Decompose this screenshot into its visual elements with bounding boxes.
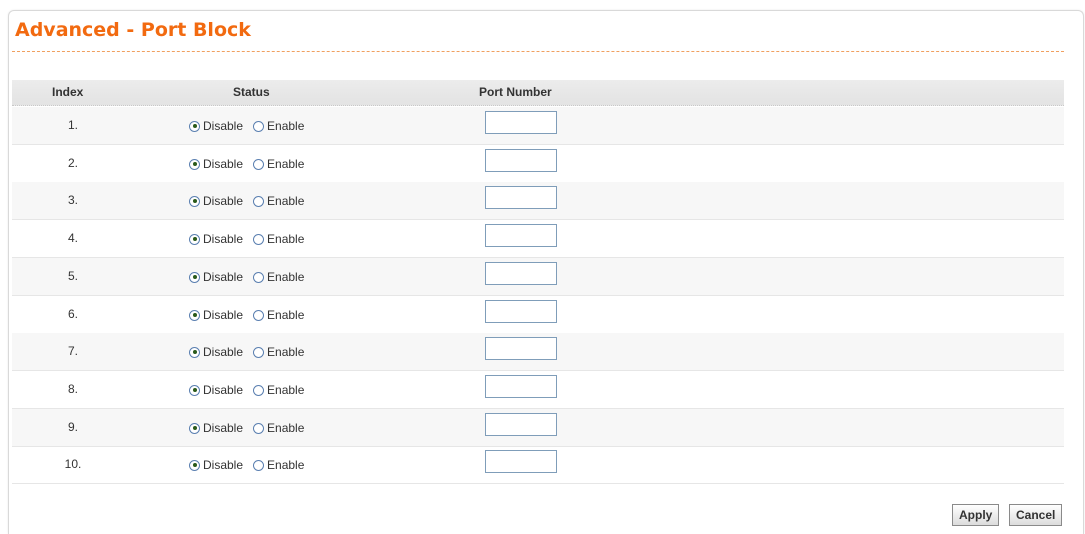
row-index: 10. [64,457,82,471]
row-index: 4. [67,231,78,245]
disable-radio[interactable] [189,346,200,358]
enable-label[interactable]: Enable [267,270,304,284]
table-row: 10. Disable Enable [12,446,1064,484]
enable-label[interactable]: Enable [267,119,304,133]
enable-radio[interactable] [253,271,265,283]
table-row: 8. Disable Enable [12,371,1064,409]
port-number-input[interactable] [485,375,557,398]
row-index: 5. [67,269,78,283]
disable-label[interactable]: Disable [203,383,243,397]
table-row: 2. Disable Enable [12,145,1064,183]
disable-radio[interactable] [189,309,200,321]
table-row: 6. Disable Enable [12,296,1064,334]
cancel-button[interactable]: Cancel [1009,504,1063,526]
row-index: 1. [67,118,78,132]
disable-label[interactable]: Disable [203,270,243,284]
title-divider [12,51,1064,52]
disable-radio[interactable] [189,158,200,170]
header-port-number: Port Number [479,85,552,99]
disable-label[interactable]: Disable [203,194,243,208]
table-header: Index Status Port Number [12,80,1064,106]
status-radio-group: Disable Enable [189,194,314,208]
row-index: 6. [67,307,78,321]
table-row: 9. Disable Enable [12,409,1064,447]
disable-radio[interactable] [189,233,200,245]
table-row: 7. Disable Enable [12,333,1064,371]
table-row: 5. Disable Enable [12,258,1064,296]
table-row: 1. Disable Enable [12,107,1064,145]
enable-radio[interactable] [253,120,265,132]
apply-button[interactable]: Apply [952,504,1000,526]
status-radio-group: Disable Enable [189,458,314,472]
header-status: Status [233,85,270,99]
disable-label[interactable]: Disable [203,421,243,435]
enable-label[interactable]: Enable [267,458,304,472]
status-radio-group: Disable Enable [189,119,314,133]
enable-radio[interactable] [253,158,265,170]
disable-radio[interactable] [189,195,200,207]
port-number-input[interactable] [485,111,557,134]
status-radio-group: Disable Enable [189,308,314,322]
disable-label[interactable]: Disable [203,458,243,472]
row-index: 7. [67,344,78,358]
disable-radio[interactable] [189,120,200,132]
enable-label[interactable]: Enable [267,157,304,171]
enable-radio[interactable] [253,309,265,321]
port-number-input[interactable] [485,186,557,209]
enable-radio[interactable] [253,233,265,245]
row-index: 8. [67,382,78,396]
enable-radio[interactable] [253,459,265,471]
enable-label[interactable]: Enable [267,194,304,208]
disable-radio[interactable] [189,271,200,283]
port-number-input[interactable] [485,224,557,247]
port-number-input[interactable] [485,450,557,473]
disable-radio[interactable] [189,422,200,434]
disable-radio[interactable] [189,384,200,396]
port-number-input[interactable] [485,300,557,323]
row-index: 3. [67,193,78,207]
status-radio-group: Disable Enable [189,232,314,246]
enable-label[interactable]: Enable [267,421,304,435]
enable-label[interactable]: Enable [267,232,304,246]
status-radio-group: Disable Enable [189,345,314,359]
disable-label[interactable]: Disable [203,308,243,322]
enable-label[interactable]: Enable [267,383,304,397]
table-row: 4. Disable Enable [12,220,1064,258]
row-index: 2. [67,156,78,170]
port-number-input[interactable] [485,262,557,285]
enable-radio[interactable] [253,384,265,396]
disable-label[interactable]: Disable [203,119,243,133]
enable-radio[interactable] [253,422,265,434]
row-index: 9. [67,420,78,434]
disable-radio[interactable] [189,459,200,471]
table-row: 3. Disable Enable [12,182,1064,220]
enable-label[interactable]: Enable [267,308,304,322]
enable-radio[interactable] [253,346,265,358]
enable-label[interactable]: Enable [267,345,304,359]
status-radio-group: Disable Enable [189,157,314,171]
header-index: Index [52,85,84,99]
port-number-input[interactable] [485,413,557,436]
port-number-input[interactable] [485,149,557,172]
disable-label[interactable]: Disable [203,157,243,171]
enable-radio[interactable] [253,195,265,207]
disable-label[interactable]: Disable [203,345,243,359]
status-radio-group: Disable Enable [189,421,314,435]
status-radio-group: Disable Enable [189,270,314,284]
page-title: Advanced - Port Block [15,19,251,41]
port-number-input[interactable] [485,337,557,360]
status-radio-group: Disable Enable [189,383,314,397]
disable-label[interactable]: Disable [203,232,243,246]
